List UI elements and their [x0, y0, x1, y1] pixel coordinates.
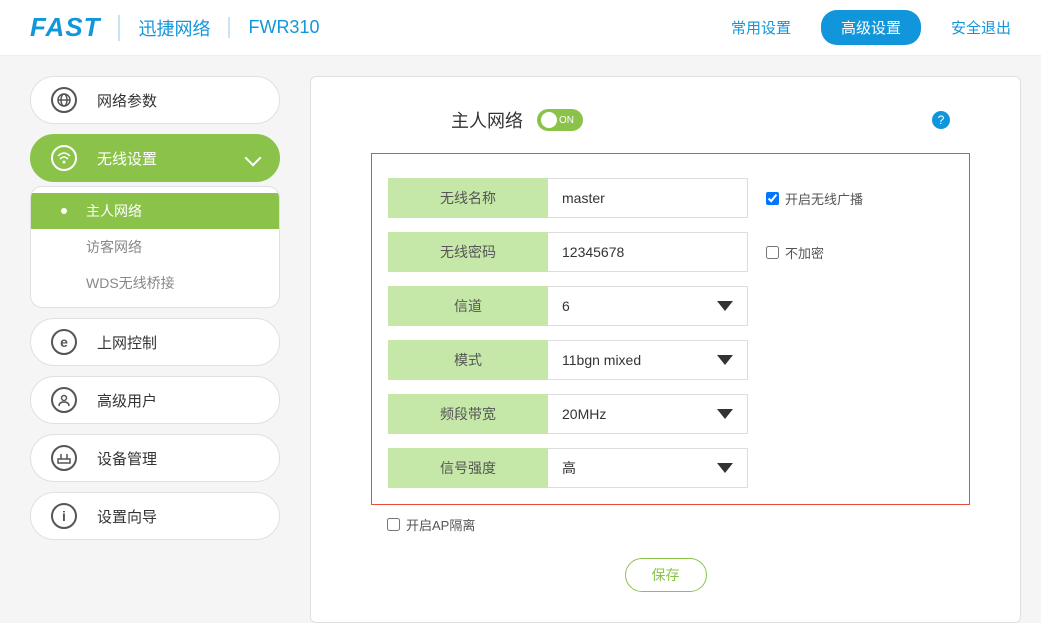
bandwidth-value: 20MHz — [562, 406, 606, 422]
logo: FAST — [30, 12, 100, 43]
channel-label: 信道 — [388, 286, 548, 326]
password-label: 无线密码 — [388, 232, 548, 272]
model-name: FWR310 — [228, 17, 319, 38]
save-button[interactable]: 保存 — [625, 558, 707, 592]
user-icon — [51, 387, 77, 413]
ap-isolate-checkbox-input[interactable] — [387, 518, 400, 531]
channel-value: 6 — [562, 298, 570, 314]
section-title: 主人网络 — [451, 107, 523, 133]
chevron-down-icon — [245, 150, 262, 167]
mode-label: 模式 — [388, 340, 548, 380]
channel-select[interactable]: 6 — [548, 286, 748, 326]
nav-logout[interactable]: 安全退出 — [951, 17, 1011, 38]
signal-label: 信号强度 — [388, 448, 548, 488]
toggle-knob-icon — [541, 112, 557, 128]
bandwidth-select[interactable]: 20MHz — [548, 394, 748, 434]
submenu-item-host[interactable]: 主人网络 — [31, 193, 279, 229]
sidebar-item-device-mgmt[interactable]: 设备管理 — [30, 434, 280, 482]
help-icon[interactable]: ? — [932, 111, 950, 129]
password-input[interactable] — [548, 232, 748, 272]
sidebar-label: 设置向导 — [97, 506, 157, 527]
sidebar-label: 高级用户 — [97, 390, 157, 411]
dropdown-arrow-icon — [717, 463, 733, 473]
sidebar-label: 网络参数 — [97, 90, 157, 111]
signal-select[interactable]: 高 — [548, 448, 748, 488]
submenu-label: WDS无线桥接 — [86, 273, 175, 293]
noenc-checkbox[interactable]: 不加密 — [766, 243, 824, 262]
form-box: 无线名称 开启无线广播 无线密码 不加密 信道 6 — [371, 153, 970, 505]
active-dot-icon — [61, 208, 67, 214]
toggle-label: ON — [559, 115, 574, 126]
submenu-item-wds[interactable]: WDS无线桥接 — [31, 265, 279, 301]
ap-isolate-checkbox[interactable]: 开启AP隔离 — [387, 515, 980, 534]
wireless-submenu: 主人网络 访客网络 WDS无线桥接 — [30, 186, 280, 308]
ssid-input[interactable] — [548, 178, 748, 218]
nav-common-settings[interactable]: 常用设置 — [731, 17, 791, 38]
broadcast-checkbox-input[interactable] — [766, 192, 779, 205]
noenc-checkbox-input[interactable] — [766, 246, 779, 259]
sidebar-item-wizard[interactable]: i 设置向导 — [30, 492, 280, 540]
wifi-icon — [51, 145, 77, 171]
network-toggle[interactable]: ON — [537, 109, 583, 131]
sidebar-item-network[interactable]: 网络参数 — [30, 76, 280, 124]
sidebar-label: 设备管理 — [97, 448, 157, 469]
sidebar-item-advanced-user[interactable]: 高级用户 — [30, 376, 280, 424]
main-panel: 主人网络 ON ? 无线名称 开启无线广播 无线密码 — [310, 76, 1021, 623]
sidebar-item-wireless[interactable]: 无线设置 — [30, 134, 280, 182]
sidebar-label: 上网控制 — [97, 332, 157, 353]
sidebar: 网络参数 无线设置 主人网络 访客网络 WDS无线桥接 e 上网控制 — [30, 76, 280, 623]
router-icon — [51, 445, 77, 471]
ssid-label: 无线名称 — [388, 178, 548, 218]
dropdown-arrow-icon — [717, 355, 733, 365]
brand-name: 迅捷网络 — [118, 15, 210, 41]
mode-value: 11bgn mixed — [562, 352, 641, 368]
header: FAST 迅捷网络 FWR310 常用设置 高级设置 安全退出 — [0, 0, 1041, 56]
sidebar-label: 无线设置 — [97, 148, 157, 169]
info-icon: i — [51, 503, 77, 529]
mode-select[interactable]: 11bgn mixed — [548, 340, 748, 380]
broadcast-checkbox[interactable]: 开启无线广播 — [766, 189, 863, 208]
dropdown-arrow-icon — [717, 301, 733, 311]
broadcast-label: 开启无线广播 — [785, 189, 863, 208]
submenu-item-guest[interactable]: 访客网络 — [31, 229, 279, 265]
globe-icon — [51, 87, 77, 113]
submenu-label: 访客网络 — [86, 237, 142, 257]
sidebar-item-access-control[interactable]: e 上网控制 — [30, 318, 280, 366]
submenu-label: 主人网络 — [86, 201, 142, 221]
bandwidth-label: 频段带宽 — [388, 394, 548, 434]
noenc-label: 不加密 — [785, 243, 824, 262]
signal-value: 高 — [562, 458, 576, 478]
nav-advanced-settings[interactable]: 高级设置 — [821, 10, 921, 45]
ap-isolate-label: 开启AP隔离 — [406, 515, 475, 534]
e-icon: e — [51, 329, 77, 355]
dropdown-arrow-icon — [717, 409, 733, 419]
